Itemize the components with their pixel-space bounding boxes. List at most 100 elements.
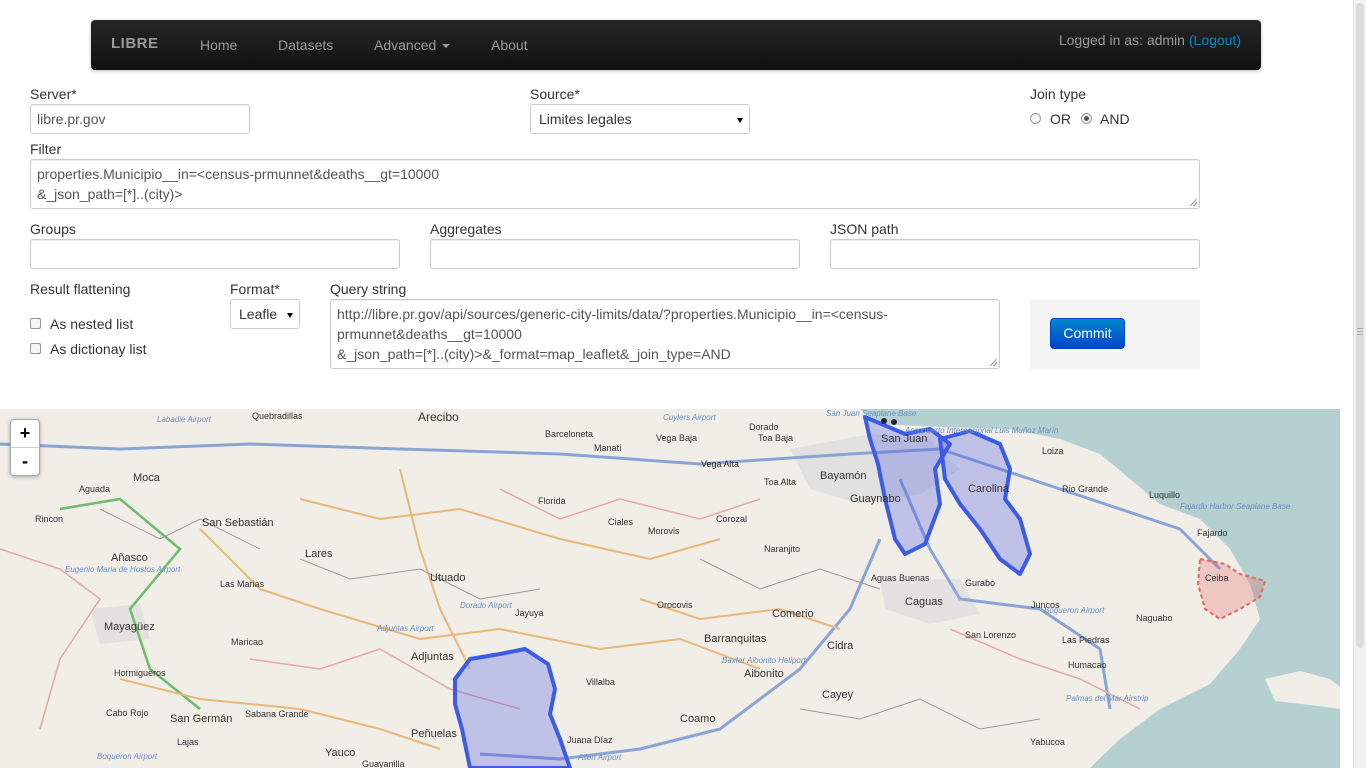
join-and-label: AND — [1100, 111, 1130, 127]
map-label: Gurabo — [965, 578, 995, 588]
map-label: Adjuntas — [411, 651, 454, 663]
groups-input[interactable] — [30, 239, 400, 269]
map-label: Toa Alta — [764, 477, 796, 487]
map-label: Lajas — [177, 737, 199, 747]
map-tiles: Arecibo Quebradillas Barceloneta Manatí … — [0, 409, 1340, 768]
airport-label: San Juan Seaplane Base — [826, 409, 917, 418]
map-label: Naranjito — [764, 544, 800, 554]
aggregates-input[interactable] — [430, 239, 800, 269]
dictionary-list-checkbox[interactable] — [30, 343, 41, 354]
zoom-control: + - — [10, 419, 40, 476]
map-label: Aguada — [79, 484, 110, 494]
map-label: Yabucoa — [1030, 737, 1065, 747]
map-label: Naguabo — [1136, 613, 1173, 623]
airport-label: Labadie Airport — [157, 415, 212, 424]
scrollbar-grip-icon — [1357, 328, 1363, 329]
source-select[interactable]: Limites legales — [530, 104, 750, 134]
commit-panel: Commit — [1030, 299, 1200, 369]
airport-label: Adjuntas Airport — [376, 624, 434, 633]
source-selected-value: Limites legales — [539, 111, 632, 127]
map-label: Aguas Buenas — [871, 573, 930, 583]
zoom-out-button[interactable]: - — [11, 447, 39, 475]
filter-textarea[interactable]: properties.Municipio__in=<census-prmunne… — [30, 159, 1200, 209]
format-label: Format* — [230, 281, 280, 297]
map-label: Toa Baja — [758, 433, 793, 443]
nav-advanced[interactable]: Advanced — [374, 37, 451, 53]
join-type-label: Join type — [1030, 86, 1087, 102]
zoom-in-button[interactable]: + — [11, 420, 39, 447]
nav-advanced-label: Advanced — [374, 37, 437, 53]
json-path-input[interactable] — [830, 239, 1200, 269]
login-status: Logged in as: admin (Logout) — [1059, 32, 1241, 48]
map-label: Barranquitas — [704, 633, 767, 645]
map-label: Las Piedras — [1062, 635, 1110, 645]
resize-handle-icon[interactable] — [1190, 199, 1197, 206]
nested-list-checkbox[interactable] — [30, 318, 41, 329]
map-label: Carolina — [968, 483, 1010, 495]
map-label: Corozal — [716, 514, 747, 524]
map-label: Humacao — [1068, 660, 1107, 670]
dropdown-arrow-icon — [287, 313, 293, 318]
map-label: Moca — [133, 472, 161, 484]
json-path-label: JSON path — [830, 221, 899, 237]
nav-home[interactable]: Home — [200, 37, 237, 53]
navbar: LIBRE Home Datasets Advanced About Logge… — [91, 20, 1261, 70]
map-label: Las Marias — [220, 579, 265, 589]
map-label: Loiza — [1042, 446, 1064, 456]
map-label: San Sebastián — [202, 517, 274, 529]
map-label: Peñuelas — [411, 728, 457, 740]
map-label: Arecibo — [418, 410, 459, 424]
map-label: Rio Grande — [1062, 484, 1108, 494]
map-label: Villalba — [586, 677, 615, 687]
airport-label: Cuylers Airport — [663, 413, 716, 422]
source-label: Source* — [530, 86, 580, 102]
airport-label: Palmas del Mar Airstrip — [1066, 694, 1149, 703]
map-label: Yauco — [325, 747, 355, 759]
join-or-radio[interactable] — [1030, 113, 1041, 124]
map-label: Barceloneta — [545, 429, 593, 439]
map-label: Lares — [305, 548, 333, 560]
query-string-label: Query string — [330, 281, 407, 297]
dictionary-list-label: As dictionay list — [50, 341, 147, 357]
logged-in-text: Logged in as: admin — [1058, 32, 1185, 48]
map-label: Mayagüez — [104, 621, 155, 633]
dropdown-arrow-icon — [737, 118, 743, 123]
map-label: Comerio — [772, 608, 814, 620]
join-and-radio[interactable] — [1081, 113, 1092, 124]
commit-button[interactable]: Commit — [1050, 318, 1125, 349]
join-or-label: OR — [1050, 111, 1071, 127]
server-label: Server* — [30, 86, 77, 102]
brand-logo[interactable]: LIBRE — [111, 35, 159, 52]
airport-label: Boqueron Airport — [1044, 606, 1105, 615]
map-label: Cabo Rojo — [106, 708, 149, 718]
logout-link[interactable]: (Logout) — [1189, 32, 1241, 48]
map[interactable]: Arecibo Quebradillas Barceloneta Manatí … — [0, 409, 1340, 768]
map-label: Rincon — [35, 514, 63, 524]
map-label: Florida — [538, 496, 566, 506]
map-label: San Germán — [170, 713, 232, 725]
query-string-textarea[interactable]: http://libre.pr.gov/api/sources/generic-… — [330, 299, 1000, 369]
map-label: Cayey — [822, 689, 854, 701]
scrollbar-thumb[interactable] — [1356, 3, 1364, 648]
map-label: Sabana Grande — [245, 709, 309, 719]
resize-handle-icon[interactable] — [990, 359, 997, 366]
map-label: Vega Baja — [656, 433, 697, 443]
map-label: Morovis — [648, 526, 680, 536]
nav-about[interactable]: About — [491, 37, 528, 53]
map-label: Aibonito — [744, 668, 784, 680]
server-input[interactable] — [30, 104, 250, 134]
format-select[interactable]: Leaflet — [230, 299, 300, 329]
map-label: Juana Díaz — [567, 735, 613, 745]
map-label: Cidra — [827, 640, 854, 652]
nav-datasets[interactable]: Datasets — [278, 37, 333, 53]
chevron-down-icon — [442, 44, 451, 49]
map-label: Maricao — [231, 637, 263, 647]
map-label: Guayanilla — [362, 759, 405, 768]
map-label: Manatí — [594, 443, 622, 453]
aggregates-label: Aggregates — [430, 221, 502, 237]
map-label: Guaynabo — [850, 493, 901, 505]
map-label: Quebradillas — [252, 411, 303, 421]
map-label: Coamo — [680, 713, 715, 725]
map-label: Añasco — [111, 552, 148, 564]
airport-label: Aeropuerto Internacional Luis Muñoz Marí… — [904, 426, 1059, 435]
